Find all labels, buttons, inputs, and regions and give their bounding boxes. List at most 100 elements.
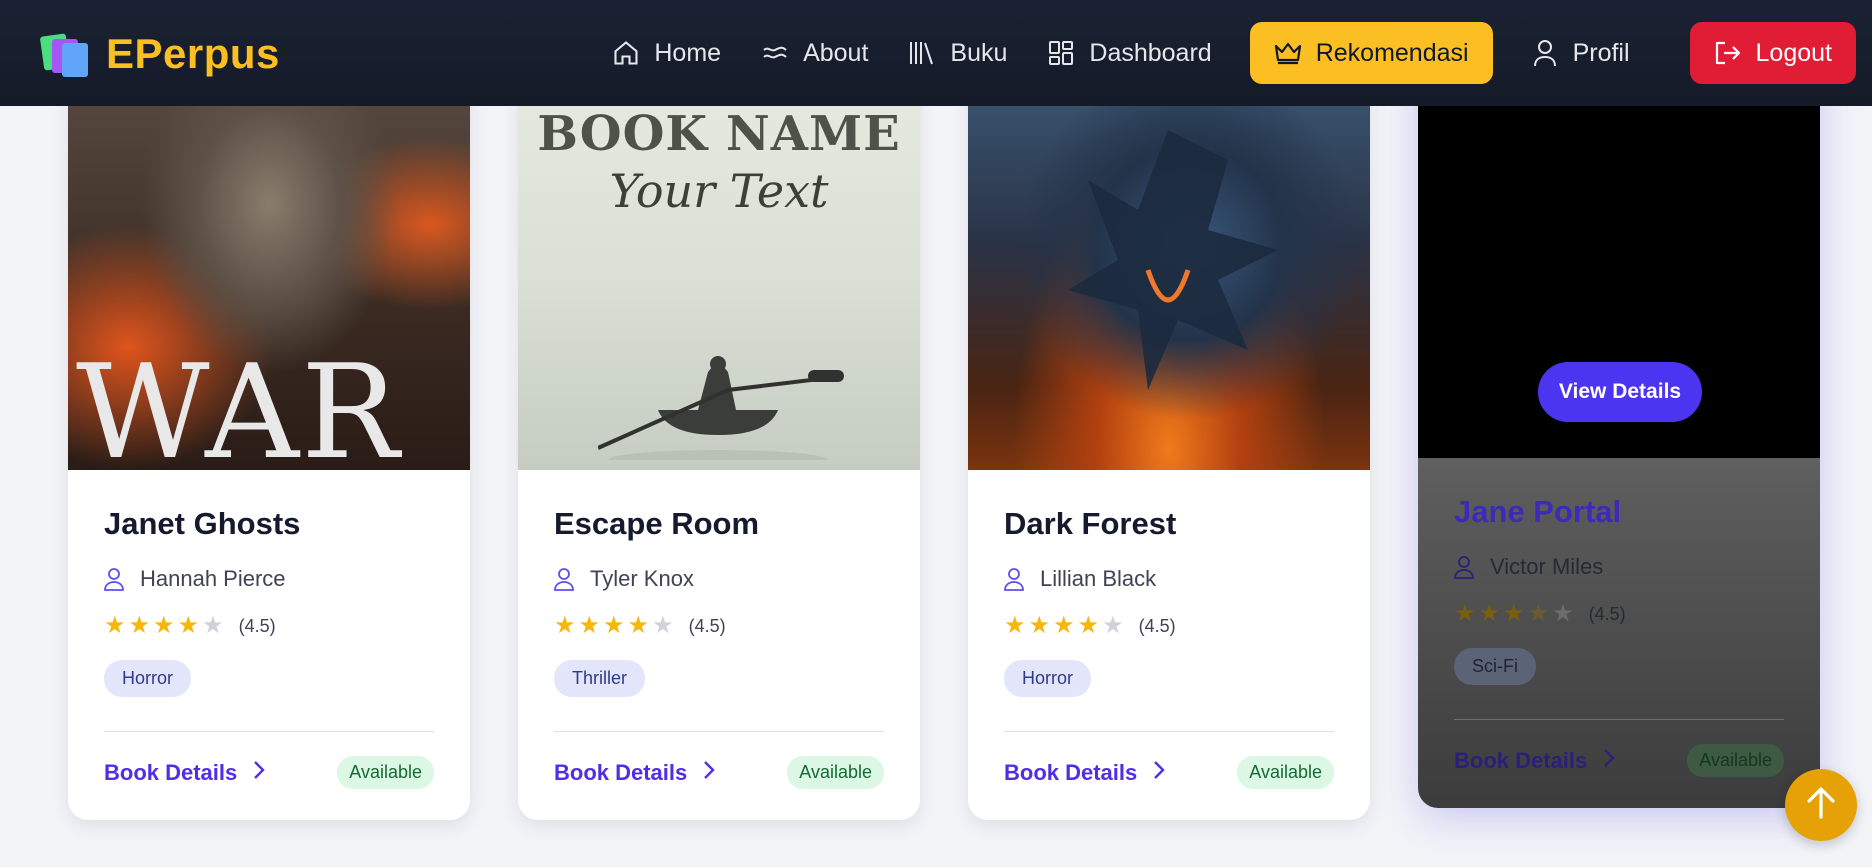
status-badge: Available <box>1237 756 1334 789</box>
boat-illustration <box>598 356 844 460</box>
grid-icon <box>1047 39 1075 67</box>
scroll-to-top-button[interactable] <box>1785 769 1857 841</box>
star-icon: ★ <box>1077 612 1100 639</box>
nav-item-dashboard[interactable]: Dashboard <box>1027 22 1231 84</box>
divider <box>1004 731 1334 732</box>
star-icon: ★ <box>1028 612 1051 639</box>
star-icon: ★ <box>554 612 576 639</box>
book-title: Jane Portal <box>1454 494 1622 529</box>
book-cover[interactable]: BOOK NAME Your Text <box>518 60 920 470</box>
brand[interactable]: EPerpus <box>38 30 280 78</box>
star-icon: ★ <box>1004 612 1026 639</box>
nav-label: Buku <box>950 38 1008 67</box>
book-details-link[interactable]: Book Details <box>554 760 715 786</box>
user-icon <box>1531 39 1559 67</box>
star-empty-icon: ★ <box>1552 600 1574 627</box>
book-rating: ★ ★ ★ ★ ★ (4.5) <box>554 614 884 638</box>
star-empty-icon: ★ <box>1102 612 1124 639</box>
nav-label: Rekomendasi <box>1315 38 1469 67</box>
genre-badge: Horror <box>104 660 192 697</box>
chevron-right-icon <box>1603 748 1615 774</box>
chevron-right-icon <box>703 760 715 786</box>
book-author: Hannah Pierce <box>104 566 434 592</box>
crown-icon <box>1274 39 1302 67</box>
book-rating: ★ ★ ★ ★ ★ (4.5) <box>1454 602 1784 626</box>
book-cover[interactable]: WAR <box>68 60 470 470</box>
star-empty-icon: ★ <box>202 612 224 639</box>
genre-badge: Sci-Fi <box>1454 648 1536 685</box>
user-icon <box>1004 567 1026 591</box>
book-rating: ★ ★ ★ ★ ★ (4.5) <box>1004 614 1334 638</box>
nav-item-home[interactable]: Home <box>592 22 741 84</box>
book-card[interactable]: Dark Forest Lillian Black ★ ★ ★ ★ ★ (4.5… <box>968 60 1370 820</box>
logout-icon <box>1714 39 1742 67</box>
books-logo-icon <box>38 31 90 77</box>
chevron-right-icon <box>253 760 265 786</box>
nav-label: About <box>803 38 869 67</box>
nav-label: Home <box>654 38 722 67</box>
divider <box>1454 719 1784 720</box>
rating-value: (4.5) <box>238 615 276 636</box>
chevron-right-icon <box>1153 760 1165 786</box>
book-cover[interactable]: View Details <box>1418 48 1820 458</box>
cover-title-text: BOOK NAME <box>537 106 901 162</box>
book-rating: ★ ★ ★ ★ ★ (4.5) <box>104 614 434 638</box>
nav-item-profil[interactable]: Profil <box>1511 22 1650 84</box>
rating-value: (4.5) <box>1588 603 1626 624</box>
wave-icon <box>761 39 789 67</box>
book-cover[interactable] <box>968 60 1370 470</box>
home-icon <box>612 39 640 67</box>
details-label: Book Details <box>1454 747 1588 773</box>
arrow-up-icon <box>1805 786 1837 825</box>
author-name: Hannah Pierce <box>140 566 286 591</box>
rating-value: (4.5) <box>1138 615 1176 636</box>
view-details-button[interactable]: View Details <box>1538 362 1702 422</box>
brand-name: EPerpus <box>106 30 280 77</box>
book-card[interactable]: WAR Janet Ghosts Hannah Pierce ★ ★ ★ ★ ★… <box>68 60 470 820</box>
divider <box>554 731 884 732</box>
user-icon <box>554 567 576 591</box>
nav-label: Profil <box>1572 38 1630 67</box>
user-icon <box>1454 555 1476 579</box>
book-details-link[interactable]: Book Details <box>104 760 265 786</box>
star-icon: ★ <box>153 612 175 639</box>
logout-button[interactable]: Logout <box>1689 22 1856 84</box>
status-badge: Available <box>1687 744 1784 777</box>
cover-subtitle-text: Your Text <box>609 164 829 218</box>
rating-value: (4.5) <box>688 615 726 636</box>
book-title: Janet Ghosts <box>104 506 301 541</box>
author-name: Lillian Black <box>1040 566 1157 591</box>
nav-label: Logout <box>1755 38 1832 67</box>
author-name: Tyler Knox <box>590 566 694 591</box>
nav-item-rekomendasi[interactable]: Rekomendasi <box>1249 22 1493 84</box>
dragon-illustration <box>1068 130 1278 390</box>
author-name: Victor Miles <box>1490 554 1604 579</box>
cover-title-text: WAR <box>76 336 401 470</box>
star-icon: ★ <box>603 612 625 639</box>
details-label: Book Details <box>554 759 688 785</box>
star-icon: ★ <box>1053 612 1075 639</box>
star-icon: ★ <box>627 612 650 639</box>
nav-item-about[interactable]: About <box>741 22 888 84</box>
divider <box>104 731 434 732</box>
star-icon: ★ <box>1503 600 1525 627</box>
book-card[interactable]: BOOK NAME Your Text Escape Room Tyler Kn… <box>518 60 920 820</box>
book-title: Dark Forest <box>1004 506 1177 541</box>
book-title: Escape Room <box>554 506 760 541</box>
star-icon: ★ <box>578 612 601 639</box>
genre-badge: Thriller <box>554 660 646 697</box>
nav-label: Dashboard <box>1089 38 1212 67</box>
star-icon: ★ <box>1454 600 1476 627</box>
book-card[interactable]: View Details Jane Portal Victor Miles ★ … <box>1418 48 1820 808</box>
library-icon <box>908 39 936 67</box>
star-half-icon: ★ <box>1527 600 1550 627</box>
status-badge: Available <box>787 756 884 789</box>
nav-item-buku[interactable]: Buku <box>888 22 1027 84</box>
star-icon: ★ <box>177 612 200 639</box>
book-author: Tyler Knox <box>554 566 884 592</box>
book-author: Lillian Black <box>1004 566 1334 592</box>
book-details-link[interactable]: Book Details <box>1004 760 1165 786</box>
star-icon: ★ <box>1478 600 1501 627</box>
star-icon: ★ <box>104 612 126 639</box>
book-details-link[interactable]: Book Details <box>1454 748 1615 774</box>
